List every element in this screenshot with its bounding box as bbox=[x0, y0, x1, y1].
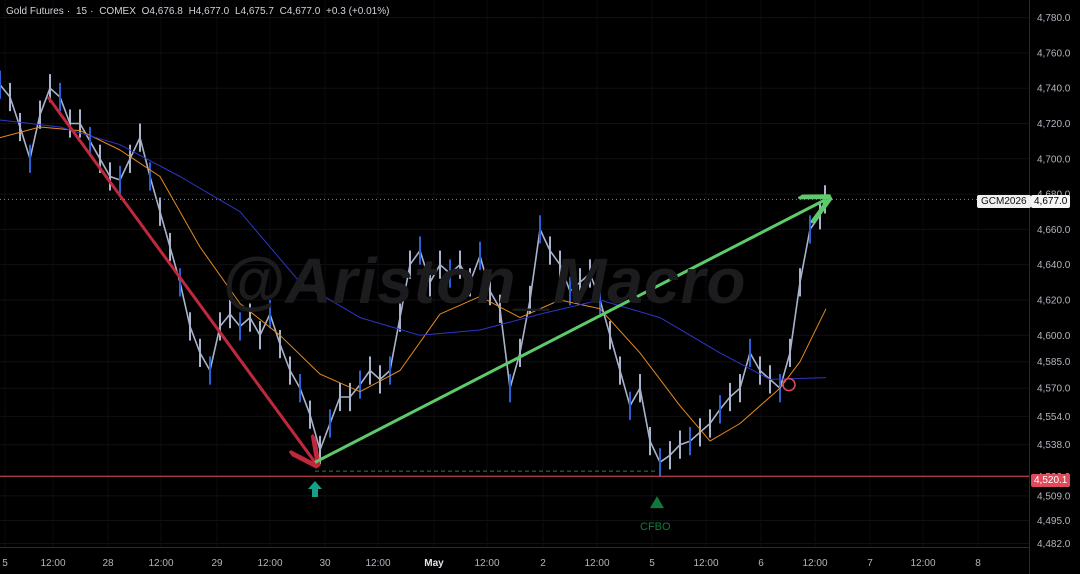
x-tick-label: 12:00 bbox=[40, 558, 65, 569]
x-tick-label: 28 bbox=[102, 558, 114, 569]
chart-header: Gold Futures · 15 · COMEX O4,676.8 H4,677.… bbox=[6, 6, 390, 17]
y-tick-label: 4,740.0 bbox=[1037, 84, 1071, 95]
y-axis: 4,482.04,495.04,509.04,523.04,538.04,554… bbox=[1037, 13, 1071, 550]
y-tick-label: 4,509.0 bbox=[1037, 491, 1071, 502]
x-tick-label: 12:00 bbox=[910, 558, 935, 569]
x-tick-label: 12:00 bbox=[257, 558, 282, 569]
signal-circle bbox=[782, 377, 796, 392]
y-tick-label: 4,700.0 bbox=[1037, 154, 1071, 165]
exchange: COMEX bbox=[99, 6, 136, 17]
x-tick-label: 6 bbox=[758, 558, 764, 569]
x-tick-label: 12:00 bbox=[148, 558, 173, 569]
ohlc-close: C4,677.0 bbox=[279, 6, 321, 17]
x-axis: 5 12:00 28 12:00 29 12:00 30 12:00 May 12:00 2 12:0… bbox=[2, 558, 981, 569]
x-tick-label: 30 bbox=[319, 558, 331, 569]
x-tick-label: 29 bbox=[211, 558, 223, 569]
time-axis-border bbox=[0, 547, 1030, 548]
y-tick-label: 4,495.0 bbox=[1037, 516, 1071, 527]
y-tick-label: 4,660.0 bbox=[1037, 225, 1071, 236]
cfbo-label: CFBO bbox=[640, 521, 671, 533]
x-tick-label: 12:00 bbox=[365, 558, 390, 569]
x-tick-label: 5 bbox=[2, 558, 8, 569]
x-tick-label: 12:00 bbox=[802, 558, 827, 569]
buy-arrow-marker bbox=[308, 481, 322, 498]
ohlc-change: +0.3 (+0.01%) bbox=[326, 6, 390, 17]
x-tick-label: 12:00 bbox=[693, 558, 718, 569]
y-tick-label: 4,600.0 bbox=[1037, 331, 1071, 342]
x-tick-label: May bbox=[424, 558, 444, 569]
symbol-name[interactable]: Gold Futures bbox=[6, 6, 64, 17]
y-tick-label: 4,720.0 bbox=[1037, 119, 1071, 130]
interval[interactable]: 15 bbox=[76, 6, 87, 17]
last-price-label: 4,677.0 bbox=[1031, 195, 1071, 208]
up-arrow bbox=[314, 199, 826, 464]
x-tick-label: 12:00 bbox=[474, 558, 499, 569]
y-tick-label: 4,585.0 bbox=[1037, 357, 1071, 368]
price-axis-border bbox=[1029, 0, 1030, 574]
y-tick-label: 4,640.0 bbox=[1037, 260, 1071, 271]
y-tick-label: 4,780.0 bbox=[1037, 13, 1071, 24]
y-tick-label: 4,760.0 bbox=[1037, 48, 1071, 59]
watermark: @Ariston_Macro bbox=[222, 245, 747, 317]
y-tick-label: 4,482.0 bbox=[1037, 539, 1071, 550]
x-tick-label: 12:00 bbox=[584, 558, 609, 569]
y-tick-label: 4,554.0 bbox=[1037, 412, 1071, 423]
y-tick-label: 4,570.0 bbox=[1037, 384, 1071, 395]
x-tick-label: 5 bbox=[649, 558, 655, 569]
x-tick-label: 2 bbox=[540, 558, 546, 569]
x-tick-label: 8 bbox=[975, 558, 981, 569]
symbol-tag: GCM2026 bbox=[977, 195, 1031, 208]
y-tick-label: 4,620.0 bbox=[1037, 295, 1071, 306]
ohlc-high: H4,677.0 bbox=[188, 6, 230, 17]
x-tick-label: 7 bbox=[867, 558, 873, 569]
ohlc-low: L4,675.7 bbox=[234, 6, 274, 17]
y-tick-label: 4,538.0 bbox=[1037, 440, 1071, 451]
ohlc-open: O4,676.8 bbox=[141, 6, 183, 17]
support-price-label: 4,520.1 bbox=[1031, 474, 1071, 487]
